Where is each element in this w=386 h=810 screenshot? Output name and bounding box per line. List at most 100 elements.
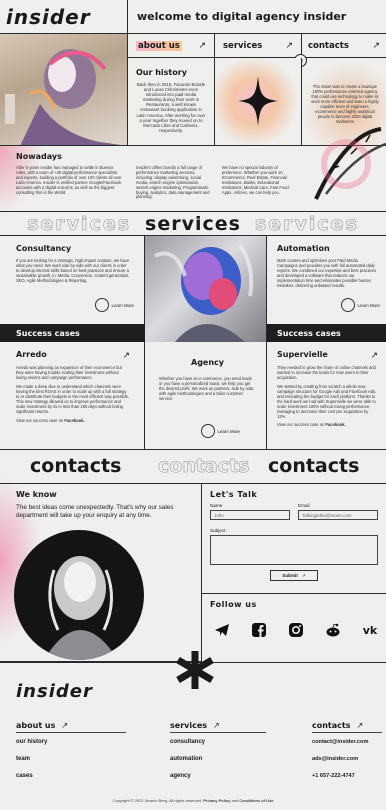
nav-services[interactable]: services ↗	[215, 34, 302, 58]
star-panel	[215, 58, 302, 146]
automation-learn-more[interactable]: Learn More	[340, 298, 380, 312]
footer-ads-email[interactable]: ads@insider.com	[312, 756, 358, 762]
learn-more-label: Learn More	[217, 428, 240, 434]
talk-block: Let's Talk Name John Email Talkingtothe@…	[202, 484, 386, 594]
hero-image	[0, 34, 128, 146]
telegram-icon[interactable]	[212, 620, 232, 640]
copyright: Copyright © 2021 Search Berg. All rights…	[0, 798, 386, 803]
case-arredo-text: Arredo was planning an expansion of thei…	[16, 365, 122, 380]
services-image	[145, 236, 267, 342]
link-prefix: View our success case on	[277, 422, 326, 427]
cyborg-image	[14, 530, 144, 660]
footer-phone[interactable]: +1 657-222-4747	[312, 773, 355, 779]
nowadays-col3: We have no special industry of preferenc…	[222, 165, 289, 195]
case-supervielle: Supervielle ↗ They needed to grow the sha…	[267, 342, 386, 450]
contacts-title-left: contacts	[30, 455, 122, 477]
footer-link-agency[interactable]: agency	[170, 773, 191, 779]
case-agency-title: Agency	[191, 358, 224, 367]
logo[interactable]: insider	[0, 0, 128, 34]
copyright-and: and	[230, 798, 240, 803]
contacts-band: contacts contacts contacts	[0, 450, 386, 484]
footer-link-history[interactable]: our history	[16, 739, 47, 745]
barbed-wire-image	[314, 127, 386, 200]
we-know-title: We know	[16, 490, 57, 499]
circle-icon	[200, 424, 215, 438]
success-bar-left: Success cases	[0, 324, 145, 342]
nav-services-label: services	[223, 40, 263, 51]
arrow-ne-icon: ↗	[301, 572, 306, 578]
case-supervielle-text: They needed to grow the share of online …	[277, 365, 376, 380]
we-know-text: The best ideas come unexpectedly. That's…	[16, 504, 174, 519]
copyright-text: Copyright © 2021 Search Berg. All rights…	[112, 798, 204, 803]
header: insider welcome to digital agency inside…	[0, 0, 386, 34]
success-bar-right: Success cases	[267, 324, 386, 342]
footer-contact-email[interactable]: contact@insider.com	[312, 739, 368, 745]
facebook-link[interactable]: Facebook.	[64, 418, 84, 423]
case-supervielle-text2: We started by creating from scratch a wh…	[277, 384, 377, 419]
automation-block: Automation Mark creates and optimises yo…	[267, 236, 386, 324]
case-agency: Agency Whether you have an e-commerce, y…	[145, 342, 267, 450]
arrow-ne-icon: ↗	[198, 40, 206, 50]
case-arredo-title: Arredo	[16, 350, 47, 359]
automation-text: Mark creates and optimises your Paid Med…	[277, 258, 377, 288]
footer-link-automation[interactable]: automation	[170, 756, 202, 762]
case-agency-text: Whether you have an e-commerce, you need…	[159, 376, 255, 401]
nav-contacts[interactable]: contacts ↗	[302, 34, 386, 58]
submit-label: Submit	[282, 573, 298, 578]
email-label: Email	[298, 503, 310, 508]
name-label: Name	[210, 503, 223, 508]
footer-contacts-head[interactable]: contacts ↗	[312, 721, 382, 733]
footer-link-consultancy[interactable]: consultancy	[170, 739, 205, 745]
footer-logo[interactable]: insider	[16, 681, 93, 702]
consultancy-block: Consultancy If you are looking for a str…	[0, 236, 145, 324]
consultancy-title: Consultancy	[16, 244, 72, 253]
nowadays-col1: After 5 years Insider has managed to set…	[16, 165, 122, 195]
submit-button[interactable]: Submit ↗	[270, 570, 318, 581]
page: insider welcome to digital agency inside…	[0, 0, 386, 810]
footer-about-head[interactable]: about us ↗	[16, 721, 126, 733]
facebook-icon[interactable]	[249, 620, 269, 640]
learn-more-label: Learn More	[357, 302, 380, 308]
case-supervielle-link[interactable]: View our success case on Facebook.	[277, 422, 378, 427]
reddit-icon[interactable]	[323, 620, 343, 640]
vision-text: The vision was to create a boutique 100%…	[311, 84, 379, 124]
arrow-ne-icon: ↗	[285, 40, 293, 50]
nav-about[interactable]: about us ↗	[128, 34, 215, 58]
facebook-link[interactable]: Facebook.	[325, 422, 345, 427]
history-title: Our history	[136, 68, 187, 77]
consultancy-text: If you are looking for a strategic, high…	[16, 258, 130, 283]
consultancy-learn-more[interactable]: Learn More	[94, 298, 134, 312]
arrow-ne-icon: ↗	[61, 721, 69, 730]
privacy-link[interactable]: Privacy Policy	[203, 798, 230, 803]
footer-services-head[interactable]: services ↗	[170, 721, 266, 733]
nowadays-title: Nowadays	[16, 152, 62, 161]
agency-learn-more[interactable]: Learn More	[200, 424, 240, 438]
arrow-ne-icon[interactable]: ↗	[370, 350, 378, 361]
services-band: services services services	[0, 212, 386, 236]
talk-title: Let's Talk	[210, 490, 258, 499]
services-outline-left: services	[27, 212, 132, 235]
star-icon	[238, 76, 278, 126]
case-arredo-link[interactable]: View our success case on Facebook.	[16, 418, 130, 423]
terms-link[interactable]: Conditions of Use	[239, 798, 273, 803]
headline: welcome to digital agency insider	[137, 10, 347, 23]
email-field[interactable]: Talkingtothe@moon.com	[298, 510, 378, 520]
history-block: Our history Back then in 2016, Facundo B…	[128, 58, 215, 146]
vk-icon[interactable]: vk	[360, 620, 380, 640]
nav-about-label: about us	[136, 40, 182, 51]
instagram-icon[interactable]	[286, 620, 306, 640]
footer-link-cases[interactable]: cases	[16, 773, 33, 779]
follow-title: Follow us	[210, 600, 257, 609]
arrow-ne-icon[interactable]: ↗	[122, 350, 130, 361]
services-title: services	[145, 212, 241, 235]
asterisk-icon	[176, 651, 214, 689]
footer-link-team[interactable]: team	[16, 756, 30, 762]
footer-contacts-label: contacts	[312, 721, 351, 730]
contacts-outline: contacts	[158, 455, 250, 478]
name-field[interactable]: John	[210, 510, 290, 520]
arrow-ne-icon: ↗	[372, 40, 380, 50]
case-arredo: Arredo ↗ Arredo was planning an expansion…	[0, 342, 145, 450]
footer-services-label: services	[170, 721, 208, 730]
subject-field[interactable]	[210, 535, 378, 565]
history-text: Back then in 2016, Facundo Bonafe and Lu…	[136, 82, 206, 133]
